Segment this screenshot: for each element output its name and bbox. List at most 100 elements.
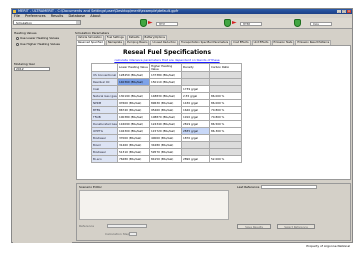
lhv-cell[interactable]: 51310 (Btu/Gal) bbox=[117, 148, 150, 156]
lhv-cell[interactable]: 140360 (Btu/Gal) bbox=[117, 78, 150, 86]
table-row[interactable]: OHPTG 104300 (Btu/Gal) 115720 (Btu/Gal) 283… bbox=[91, 127, 242, 135]
app-icon bbox=[13, 10, 16, 13]
density-cell[interactable]: 1870 g/gal bbox=[181, 134, 210, 142]
table-row[interactable]: Natural Gas (gaseous)130190 (Btu/Gal)148… bbox=[91, 92, 242, 100]
spec-link[interactable]: calculate intensive parameters that are … bbox=[97, 58, 237, 62]
table-row[interactable]: Biodiesel 37000 (Btu/Gal) 40000 (Btu/Gal) 1… bbox=[91, 134, 242, 142]
lhv-cell[interactable]: 104300 (Btu/Gal) bbox=[117, 127, 150, 135]
table-row[interactable]: BTBS 86740 (Btu/Gal) 95460 (Btu/Gal) 1640 g… bbox=[91, 106, 242, 114]
modeling-year-input[interactable]: 2012 bbox=[14, 67, 50, 71]
carbon-cell[interactable] bbox=[209, 134, 242, 142]
radio-lower-heating[interactable]: Use Lower Heating Values bbox=[16, 36, 59, 40]
carbon-cell[interactable] bbox=[209, 141, 242, 149]
density-cell[interactable]: 1640 g/gal bbox=[181, 106, 210, 114]
reference-input[interactable] bbox=[107, 224, 147, 228]
fuel-name-cell: BTBS bbox=[91, 106, 118, 114]
app-window: MERIT - ULTRAMERIT - C:\Documents and Se… bbox=[11, 8, 353, 248]
density-cell[interactable] bbox=[181, 71, 210, 79]
hhv-cell[interactable]: 40000 (Btu/Gal) bbox=[149, 134, 182, 142]
left-panel: Heating Values Use Lower Heating Values … bbox=[13, 31, 72, 243]
density-cell[interactable]: 1910 g/gal bbox=[181, 113, 210, 121]
radio-higher-heating[interactable]: Use Higher Heating Values bbox=[16, 42, 60, 46]
carbon-cell[interactable]: 86.000 % bbox=[209, 99, 242, 107]
carbon-cell[interactable]: 70.800 % bbox=[209, 106, 242, 114]
select-reference-button[interactable]: Select Reference bbox=[277, 224, 315, 229]
carbon-cell[interactable] bbox=[209, 148, 242, 156]
density-cell[interactable]: 2835 g/gal bbox=[181, 127, 210, 135]
hhv-cell[interactable]: 34280 (Btu/Gal) bbox=[149, 141, 182, 149]
hhv-cell[interactable]: 137380 (Btu/Gal) bbox=[149, 71, 182, 79]
lhv-cell[interactable]: 97600 (Btu/Gal) bbox=[117, 99, 150, 107]
calculation-step-input[interactable] bbox=[129, 232, 137, 236]
table-row[interactable]: Residual Oil 140360 (Btu/Gal) 150110 (Btu/… bbox=[91, 78, 242, 86]
lhv-cell[interactable]: 76280 (Btu/Gal) bbox=[117, 155, 150, 163]
hhv-cell[interactable]: 115720 (Btu/Gal) bbox=[149, 127, 182, 135]
density-cell[interactable]: 1430 g/gal bbox=[181, 99, 210, 107]
fuel-name-cell: Bi-eco bbox=[91, 155, 118, 163]
lhv-cell[interactable]: 128450 (Btu/Gal) bbox=[117, 71, 150, 79]
table-row[interactable]: TFAIB 100380 (Btu/Gal) 108870 (Btu/Gal) 191… bbox=[91, 113, 242, 121]
carbon-cell[interactable] bbox=[209, 78, 242, 86]
table-row[interactable]: Denaturated Gasoline116090 (Btu/Gal)1243… bbox=[91, 120, 242, 128]
carbon-cell[interactable] bbox=[209, 71, 242, 79]
carbon-cell[interactable]: 52.000 % bbox=[209, 155, 242, 163]
fuel-name-cell: US Conventional Diesel bbox=[91, 71, 118, 79]
hhv-cell[interactable]: 108870 (Btu/Gal) bbox=[149, 113, 182, 121]
lhv-cell[interactable]: 86740 (Btu/Gal) bbox=[117, 106, 150, 114]
fuel-name-cell: Biooil bbox=[91, 141, 118, 149]
carbon-cell[interactable]: 70.800 % bbox=[209, 113, 242, 121]
tab-row-top: Vehicle Simulation Fuel Settings Defaults B… bbox=[76, 35, 168, 40]
heating-values-label: Heating Values bbox=[14, 31, 37, 35]
radio-on-icon bbox=[16, 36, 19, 40]
hhv-cell[interactable]: 150110 (Btu/Gal) bbox=[149, 78, 182, 86]
table-row[interactable]: Bi-eco 76280 (Btu/Gal) 84150 (Btu/Gal) 2890… bbox=[91, 155, 242, 163]
carbon-cell[interactable] bbox=[209, 85, 242, 93]
table-row[interactable]: US Conventional Diesel128450 (Btu/Gal)13… bbox=[91, 71, 242, 79]
lhv-cell[interactable]: 100380 (Btu/Gal) bbox=[117, 113, 150, 121]
close-button[interactable]: × bbox=[347, 10, 351, 13]
last-reference-input[interactable] bbox=[261, 185, 317, 189]
gear-icon[interactable] bbox=[294, 19, 301, 27]
hhv-cell[interactable]: 124340 (Btu/Gal) bbox=[149, 120, 182, 128]
table-row[interactable]: NPRM 97600 (Btu/Gal) 89630 (Btu/Gal) 1430 g… bbox=[91, 99, 242, 107]
hhv-cell[interactable] bbox=[149, 85, 182, 93]
table-row[interactable]: Coal 1739 g/gal bbox=[91, 85, 242, 93]
carbon-cell[interactable]: 86.500 % bbox=[209, 120, 242, 128]
radio-higher-label: Use Higher Heating Values bbox=[20, 42, 60, 46]
hhv-cell[interactable]: 89630 (Btu/Gal) bbox=[149, 99, 182, 107]
tool-field-2[interactable]: MTBB bbox=[240, 22, 262, 26]
tool-field-1[interactable]: MTM bbox=[156, 22, 178, 26]
carbon-cell[interactable]: 86.000 % bbox=[209, 92, 242, 100]
density-cell[interactable] bbox=[181, 148, 210, 156]
table-row[interactable]: Biooil 31460 (Btu/Gal) 34280 (Btu/Gal) bbox=[91, 141, 242, 149]
notes-textarea[interactable] bbox=[79, 190, 229, 220]
carbon-cell[interactable]: 86.300 % bbox=[209, 127, 242, 135]
density-cell[interactable]: 2.55 g/gal bbox=[181, 92, 210, 100]
lhv-cell[interactable]: 31460 (Btu/Gal) bbox=[117, 141, 150, 149]
pump-icon[interactable] bbox=[140, 19, 147, 27]
density-cell[interactable] bbox=[181, 141, 210, 149]
density-cell[interactable]: 1739 g/gal bbox=[181, 85, 210, 93]
lhv-cell[interactable]: 37000 (Btu/Gal) bbox=[117, 134, 150, 142]
pump-icon-2[interactable] bbox=[224, 19, 231, 27]
hhv-cell[interactable]: 84150 (Btu/Gal) bbox=[149, 155, 182, 163]
density-cell[interactable]: 2890 g/gal bbox=[181, 155, 210, 163]
lhv-cell[interactable] bbox=[117, 85, 150, 93]
density-cell[interactable]: 2819 g/gal bbox=[181, 120, 210, 128]
maximize-button[interactable]: □ bbox=[342, 10, 346, 13]
mode-select[interactable]: Simulation bbox=[13, 20, 81, 25]
save-results-button[interactable]: Save Results bbox=[237, 224, 271, 229]
tool-field-3[interactable]: Data bbox=[310, 22, 332, 26]
window-title: MERIT - ULTRAMERIT - C:\Documents and Se… bbox=[18, 9, 179, 13]
table-row[interactable]: Biodiesel 51310 (Btu/Gal) 59570 (Btu/Gal) bbox=[91, 148, 242, 156]
lhv-cell[interactable]: 130190 (Btu/Gal) bbox=[117, 92, 150, 100]
modeling-year-label: Modeling Year bbox=[14, 62, 35, 66]
density-cell[interactable] bbox=[181, 78, 210, 86]
lhv-cell[interactable]: 116090 (Btu/Gal) bbox=[117, 120, 150, 128]
hhv-cell[interactable]: 95460 (Btu/Gal) bbox=[149, 106, 182, 114]
hhv-cell[interactable]: 148830 (Btu/Gal) bbox=[149, 92, 182, 100]
minimize-button[interactable]: _ bbox=[337, 10, 341, 13]
toolbar: Simulation ► MTM ► MTBB Data bbox=[12, 18, 352, 29]
hhv-cell[interactable]: 59570 (Btu/Gal) bbox=[149, 148, 182, 156]
spec-title: Reseal Fuel Specifications bbox=[122, 49, 212, 56]
